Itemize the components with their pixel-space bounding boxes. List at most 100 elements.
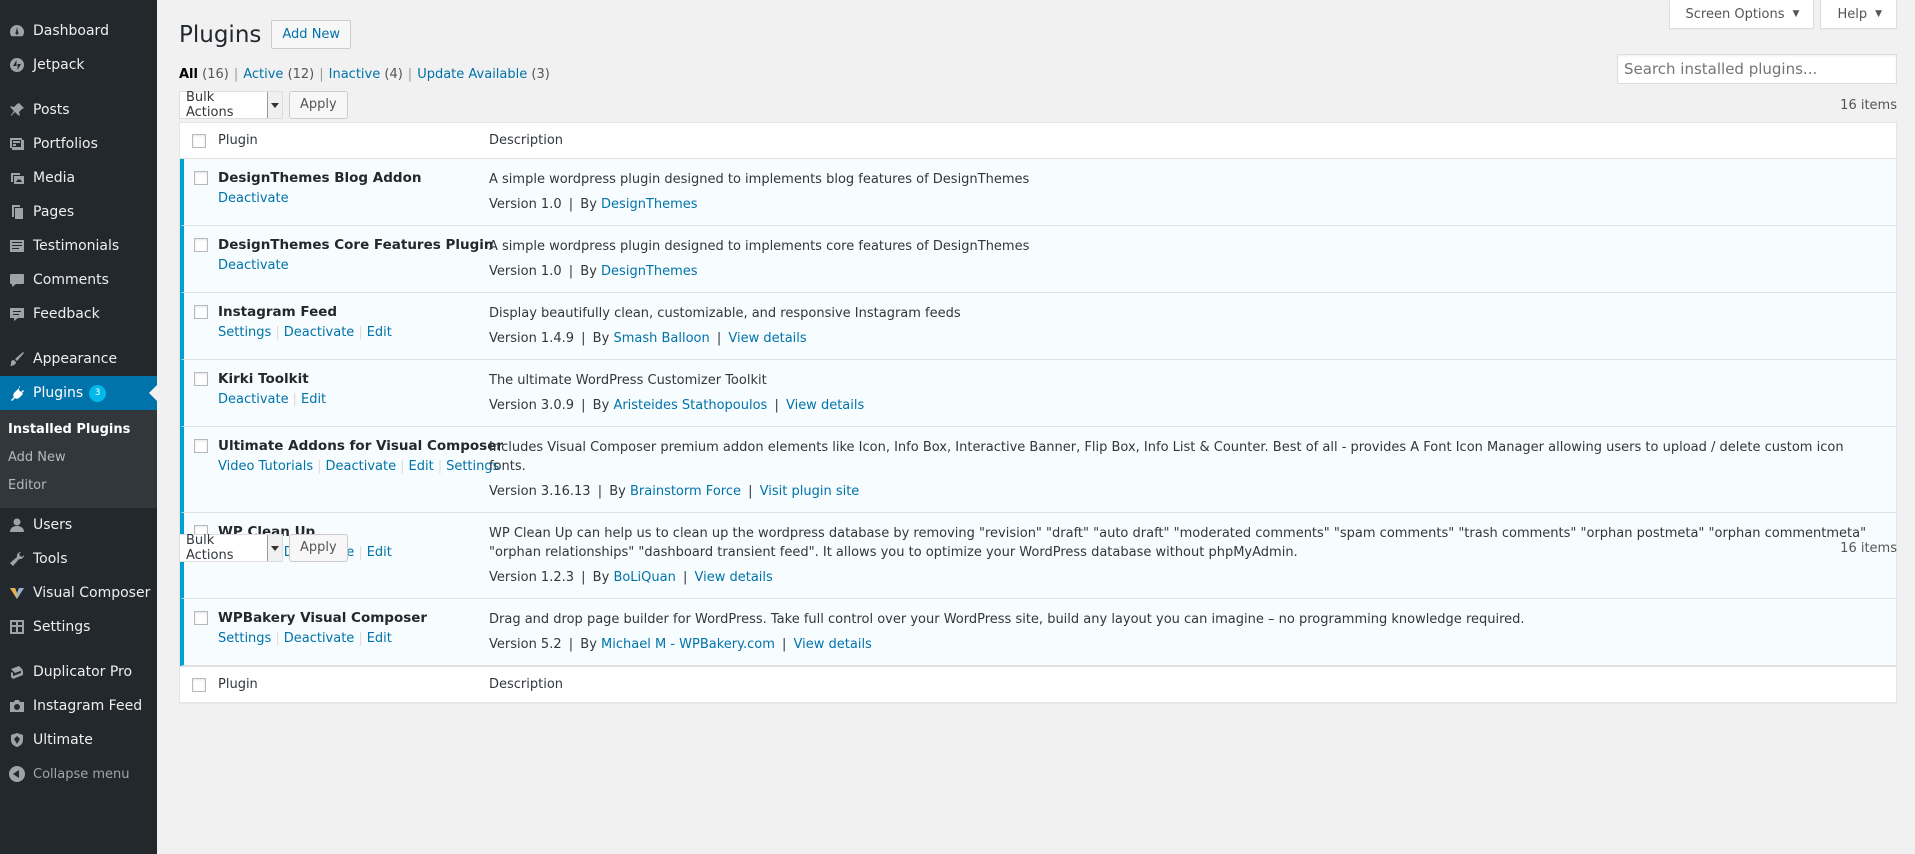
plugins-submenu: Installed Plugins Add New Editor	[0, 410, 157, 508]
sidebar-item-jetpack[interactable]: Jetpack	[0, 48, 157, 82]
dashboard-icon	[0, 21, 33, 41]
filter-active[interactable]: Active (12)	[243, 67, 314, 82]
filter-update-available[interactable]: Update Available (3)	[417, 67, 550, 82]
plugin-status-filters: All (16) | Active (12) | Inactive (4) | Update…	[179, 67, 550, 82]
action-edit-link[interactable]: Edit	[409, 459, 434, 474]
sidebar-item-feedback[interactable]: Feedback	[0, 297, 157, 331]
sidebar-item-label: Jetpack	[33, 57, 85, 73]
sidebar-item-settings[interactable]: Settings	[0, 610, 157, 644]
plugin-by-label: By	[592, 398, 610, 413]
sidebar-item-users[interactable]: Users	[0, 508, 157, 542]
plugin-checkbox[interactable]	[194, 439, 208, 453]
main-content: Screen Options ▼ Help ▼ Plugins Add New …	[157, 0, 1915, 854]
action-deactivate-link[interactable]: Deactivate	[284, 631, 355, 646]
table-row: Kirki Toolkit Deactivate | Edit The ultimate…	[180, 360, 1896, 427]
media-icon	[0, 168, 33, 188]
action-deactivate-link[interactable]: Deactivate	[326, 459, 397, 474]
sidebar-item-label: Posts	[33, 102, 70, 118]
plugin-details-link[interactable]: View details	[695, 570, 773, 585]
help-button[interactable]: Help ▼	[1820, 0, 1897, 29]
sidebar-item-media[interactable]: Media	[0, 161, 157, 195]
plugin-details-link[interactable]: Visit plugin site	[760, 484, 860, 499]
plugin-name: WPBakery Visual Composer	[218, 610, 428, 626]
users-icon	[0, 515, 33, 535]
sidebar-item-pages[interactable]: Pages	[0, 195, 157, 229]
apply-button-bottom[interactable]: Apply	[289, 534, 348, 562]
tablenav-top: Bulk Actions Apply 16 items	[179, 90, 1897, 120]
action-edit-link[interactable]: Edit	[367, 325, 392, 340]
plugin-author-link[interactable]: DesignThemes	[601, 197, 698, 212]
sidebar-item-dashboard[interactable]: Dashboard	[0, 14, 157, 48]
plugin-checkbox[interactable]	[194, 171, 208, 185]
collapse-menu-button[interactable]: Collapse menu	[0, 757, 157, 791]
sidebar-item-testimonials[interactable]: Testimonials	[0, 229, 157, 263]
action-deactivate-link[interactable]: Deactivate	[284, 325, 355, 340]
plugin-author-link[interactable]: Brainstorm Force	[630, 484, 741, 499]
action-deactivate-link[interactable]: Deactivate	[218, 392, 289, 407]
sidebar-item-duplicator-pro[interactable]: Duplicator Pro	[0, 655, 157, 689]
bulk-actions-select-bottom[interactable]: Bulk Actions	[179, 533, 283, 563]
action-settings-link[interactable]: Settings	[218, 325, 271, 340]
action-edit-link[interactable]: Edit	[301, 392, 326, 407]
sidebar-item-posts[interactable]: Posts	[0, 93, 157, 127]
sidebar-item-visual-composer[interactable]: Visual Composer	[0, 576, 157, 610]
caret-down-icon: ▼	[1875, 9, 1882, 19]
sidebar-item-instagram-feed[interactable]: Instagram Feed	[0, 689, 157, 723]
sidebar-item-ultimate[interactable]: Ultimate	[0, 723, 157, 757]
screen-options-button[interactable]: Screen Options ▼	[1668, 0, 1815, 29]
admin-sidebar: Dashboard Jetpack Posts Portfolios Media Page…	[0, 0, 157, 854]
apply-button[interactable]: Apply	[289, 91, 348, 119]
filter-inactive[interactable]: Inactive (4)	[329, 67, 403, 82]
plugin-details-link[interactable]: View details	[786, 398, 864, 413]
sidebar-item-portfolios[interactable]: Portfolios	[0, 127, 157, 161]
bulk-actions-select[interactable]: Bulk Actions	[179, 90, 283, 120]
add-new-button[interactable]: Add New	[271, 20, 352, 49]
plugin-name: Kirki Toolkit	[218, 371, 309, 387]
plugin-meta: Version 1.4.9 | By Smash Balloon | View …	[489, 331, 807, 346]
pages-icon	[0, 202, 33, 222]
submenu-item-editor[interactable]: Editor	[0, 472, 157, 500]
sidebar-item-label: Comments	[33, 272, 109, 288]
plugin-description: The ultimate WordPress Customizer Toolki…	[489, 373, 767, 388]
action-settings-link[interactable]: Settings	[218, 631, 271, 646]
plugin-meta: Version 1.0 | By DesignThemes	[489, 197, 698, 212]
filter-all[interactable]: All (16)	[179, 67, 229, 82]
plugin-meta: Version 1.0 | By DesignThemes	[489, 264, 698, 279]
plugin-checkbox[interactable]	[194, 611, 208, 625]
plugin-rows: DesignThemes Blog Addon Deactivate A simpl…	[180, 159, 1896, 666]
bulk-actions-label: Bulk Actions	[186, 533, 234, 563]
submenu-item-installed-plugins[interactable]: Installed Plugins	[0, 416, 157, 444]
action-edit-link[interactable]: Edit	[367, 631, 392, 646]
sidebar-item-plugins[interactable]: Plugins 3	[0, 376, 157, 410]
plugin-version: Version 1.4.9	[489, 331, 575, 346]
sidebar-item-label: Media	[33, 170, 76, 186]
plugin-version: Version 1.0	[489, 264, 562, 279]
menu-separator	[0, 644, 157, 655]
plugin-details-link[interactable]: View details	[794, 637, 872, 652]
plugin-author-link[interactable]: Smash Balloon	[613, 331, 709, 346]
action-deactivate-link[interactable]: Deactivate	[218, 191, 289, 206]
plugin-checkbox[interactable]	[194, 372, 208, 386]
plugin-checkbox[interactable]	[194, 238, 208, 252]
plugin-details-link[interactable]: View details	[728, 331, 806, 346]
update-count-badge: 3	[89, 384, 107, 402]
plugin-author-link[interactable]: DesignThemes	[601, 264, 698, 279]
sidebar-item-comments[interactable]: Comments	[0, 263, 157, 297]
plugin-description: Display beautifully clean, customizable,…	[489, 306, 961, 321]
submenu-item-add-new[interactable]: Add New	[0, 444, 157, 472]
sidebar-item-tools[interactable]: Tools	[0, 542, 157, 576]
select-all-checkbox[interactable]	[192, 133, 206, 148]
plugin-author-link[interactable]: Aristeides Stathopoulos	[613, 398, 767, 413]
plugin-checkbox[interactable]	[194, 305, 208, 319]
search-plugins-input[interactable]	[1617, 54, 1897, 84]
action-video-tutorials-link[interactable]: Video Tutorials	[218, 459, 313, 474]
sidebar-item-appearance[interactable]: Appearance	[0, 342, 157, 376]
screen-options-label: Screen Options	[1685, 6, 1785, 22]
select-all-checkbox-footer[interactable]	[192, 677, 206, 692]
action-deactivate-link[interactable]: Deactivate	[218, 258, 289, 273]
table-row: Instagram Feed Settings | Deactivate | Edit Di…	[180, 293, 1896, 360]
plugin-author-link[interactable]: Michael M - WPBakery.com	[601, 637, 775, 652]
camera-icon	[0, 696, 33, 716]
plugin-version: Version 1.2.3	[489, 570, 575, 585]
plugin-author-link[interactable]: BoLiQuan	[613, 570, 675, 585]
